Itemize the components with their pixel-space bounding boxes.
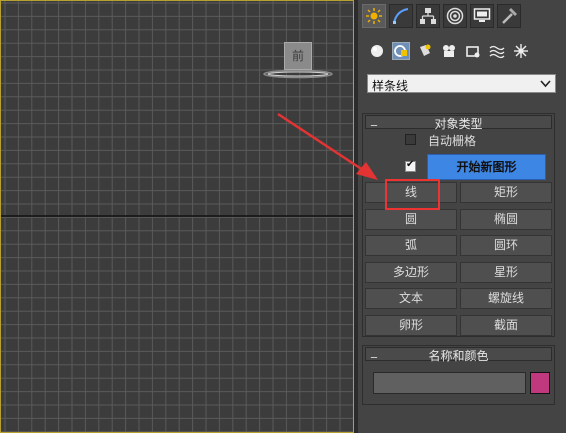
- viewcube[interactable]: 前: [262, 40, 334, 80]
- sun-star-icon: [366, 8, 382, 24]
- utilities-tab[interactable]: [497, 4, 521, 28]
- hierarchy-icon: [420, 8, 436, 24]
- viewport-front[interactable]: 前: [0, 0, 354, 433]
- create-tab[interactable]: [362, 4, 386, 28]
- geometry-sphere-icon[interactable]: [368, 42, 386, 60]
- autogrid-checkbox[interactable]: [405, 134, 416, 145]
- viewcube-front-label: 前: [291, 49, 304, 63]
- cameras-icon[interactable]: [440, 42, 458, 60]
- spacewarps-icon[interactable]: [488, 42, 506, 60]
- name-color-header[interactable]: _ 名称和颜色: [365, 344, 552, 363]
- start-new-shape-checkbox[interactable]: [405, 159, 416, 172]
- object-type-button[interactable]: 卵形: [365, 314, 457, 336]
- object-type-button[interactable]: 截面: [460, 314, 552, 336]
- viewcube-face[interactable]: 前: [284, 42, 312, 70]
- category-dropdown[interactable]: 样条线: [367, 74, 556, 93]
- command-panel: 样条线 _ 对象类型 自动栅格 开始新图形 线矩形圆椭圆弧圆环多边形星形文本螺旋…: [358, 0, 566, 433]
- autogrid-label: 自动栅格: [428, 134, 477, 148]
- object-type-button[interactable]: 螺旋线: [460, 288, 552, 309]
- motion-circle-icon: [446, 7, 464, 25]
- chevron-down-icon: [540, 80, 551, 88]
- start-new-shape-label: 开始新图形: [456, 160, 517, 174]
- object-type-button[interactable]: 星形: [460, 261, 552, 283]
- object-type-title: 对象类型: [434, 117, 483, 131]
- motion-tab[interactable]: [443, 4, 467, 28]
- name-color-title: 名称和颜色: [428, 349, 489, 363]
- modify-tab[interactable]: [389, 4, 413, 28]
- systems-icon[interactable]: [512, 42, 530, 60]
- object-color-swatch[interactable]: [530, 372, 550, 394]
- object-type-button[interactable]: 矩形: [460, 182, 552, 203]
- object-type-button[interactable]: 圆: [365, 208, 457, 230]
- object-type-button[interactable]: 弧: [365, 235, 457, 256]
- start-new-shape-button[interactable]: 开始新图形: [427, 154, 546, 180]
- hammer-icon: [502, 8, 517, 24]
- curve-icon: [393, 8, 409, 24]
- hierarchy-tab[interactable]: [416, 4, 440, 28]
- object-type-button[interactable]: 圆环: [460, 235, 552, 256]
- object-type-button[interactable]: 文本: [365, 288, 457, 309]
- display-tab[interactable]: [470, 4, 494, 28]
- shapes-icon[interactable]: [392, 42, 410, 60]
- lights-icon[interactable]: [416, 42, 434, 60]
- object-type-header[interactable]: _ 对象类型: [365, 112, 552, 131]
- helpers-icon[interactable]: [464, 42, 482, 60]
- object-type-button[interactable]: 多边形: [365, 261, 457, 283]
- object-name-field[interactable]: [373, 372, 526, 394]
- dropdown-value: 样条线: [372, 79, 409, 93]
- monitor-icon: [473, 8, 491, 22]
- object-type-button[interactable]: 线: [365, 182, 457, 203]
- object-type-button[interactable]: 椭圆: [460, 208, 552, 230]
